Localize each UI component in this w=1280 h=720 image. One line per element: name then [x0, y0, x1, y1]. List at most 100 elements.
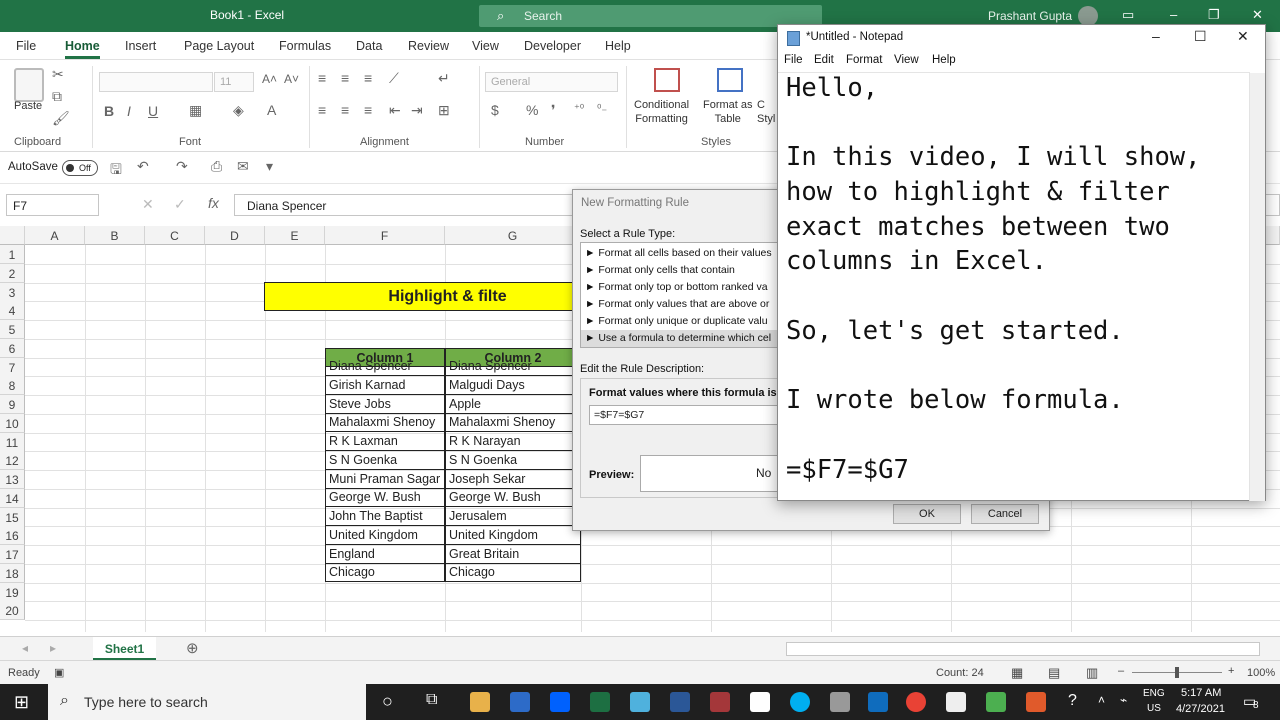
conditional-formatting-button[interactable]: Conditional Formatting — [634, 98, 689, 126]
table-cell-col2[interactable]: Great Britain — [445, 544, 581, 564]
table-cell-col1[interactable]: England — [325, 544, 445, 564]
notepad-taskbar-icon[interactable] — [630, 692, 650, 712]
print-preview-icon[interactable]: ⎙ — [211, 158, 222, 175]
table-cell-col1[interactable]: S N Goenka — [325, 450, 445, 470]
column-header[interactable]: A — [25, 226, 85, 245]
tab-insert[interactable]: Insert — [125, 39, 156, 53]
table-cell-col1[interactable]: Muni Praman Sagar — [325, 469, 445, 489]
table-cell-col1[interactable]: Chicago — [325, 563, 445, 583]
table-cell-col1[interactable]: Diana Spencer — [325, 357, 445, 376]
taskbar-search[interactable]: ⌕ Type here to search — [48, 684, 366, 720]
name-box[interactable]: F7 — [6, 194, 99, 216]
tray-chevron-icon[interactable]: ˄ — [1098, 693, 1105, 707]
conditional-formatting-icon[interactable] — [654, 68, 680, 92]
wrap-text-icon[interactable]: ↵ — [438, 70, 450, 87]
task-view-icon[interactable]: ⧉ — [426, 691, 437, 709]
dropbox-icon[interactable] — [550, 692, 570, 712]
skype-icon[interactable] — [790, 692, 810, 712]
borders-icon[interactable]: ▦ — [189, 102, 202, 119]
clock-time[interactable]: 5:17 AM — [1181, 687, 1221, 699]
column-header[interactable]: F — [325, 226, 445, 245]
tab-view[interactable]: View — [472, 39, 499, 53]
outlook-icon[interactable] — [868, 692, 888, 712]
row-header[interactable]: 3 — [0, 282, 25, 302]
decrease-indent-icon[interactable]: ⇤ — [389, 102, 401, 119]
merge-center-icon[interactable]: ⊞ — [438, 102, 450, 119]
table-cell-col2[interactable]: Joseph Sekar — [445, 469, 581, 489]
underline-icon[interactable]: U — [148, 103, 158, 119]
row-header[interactable]: 4 — [0, 301, 25, 321]
format-painter-icon[interactable]: 🖌 — [52, 110, 70, 127]
app-icon[interactable] — [946, 692, 966, 712]
font-name-dropdown[interactable] — [99, 72, 213, 92]
app-icon[interactable] — [1026, 692, 1046, 712]
notepad-menu-format[interactable]: Format — [846, 54, 882, 66]
format-as-table-button[interactable]: Format as Table — [703, 98, 753, 126]
increase-indent-icon[interactable]: ⇥ — [411, 102, 423, 119]
app-icon[interactable] — [830, 692, 850, 712]
currency-icon[interactable]: $ — [491, 102, 499, 118]
align-center-icon[interactable]: ≡ — [341, 102, 349, 118]
row-header[interactable]: 9 — [0, 395, 25, 414]
decrease-decimal-icon[interactable]: ⁰₋ — [597, 102, 607, 115]
fill-color-icon[interactable]: ◈ — [233, 102, 244, 119]
row-header[interactable]: 5 — [0, 320, 25, 339]
clock-date[interactable]: 4/27/2021 — [1176, 703, 1225, 715]
page-layout-icon[interactable]: ▤ — [1048, 665, 1060, 681]
increase-decimal-icon[interactable]: ⁺⁰ — [574, 102, 584, 115]
cell-styles-button[interactable]: C Styl — [757, 98, 775, 126]
table-cell-col2[interactable]: R K Narayan — [445, 432, 581, 451]
table-cell-col2[interactable]: Jerusalem — [445, 507, 581, 526]
access-icon[interactable] — [710, 692, 730, 712]
format-as-table-icon[interactable] — [717, 68, 743, 92]
next-sheet-icon[interactable]: ▸ — [50, 641, 56, 655]
zoom-level[interactable]: 100% — [1247, 667, 1275, 679]
camtasia-icon[interactable] — [986, 692, 1006, 712]
tab-home[interactable]: Home — [65, 39, 100, 59]
table-cell-col2[interactable]: Apple — [445, 394, 581, 414]
language-ime[interactable]: ENG — [1143, 688, 1165, 699]
row-header[interactable]: 11 — [0, 432, 25, 452]
font-color-icon[interactable]: A — [267, 102, 276, 118]
tab-help[interactable]: Help — [605, 39, 631, 53]
notepad-scrollbar[interactable] — [1249, 73, 1265, 501]
restore-icon[interactable]: ❐ — [1208, 7, 1220, 23]
italic-icon[interactable]: I — [127, 103, 131, 119]
maximize-icon[interactable]: ☐ — [1194, 28, 1207, 45]
column-header[interactable]: G — [445, 226, 581, 245]
normal-view-icon[interactable]: ▦ — [1011, 665, 1023, 681]
table-cell-col1[interactable]: Steve Jobs — [325, 394, 445, 414]
grow-font-icon[interactable]: A˄ — [262, 72, 277, 86]
copy-icon[interactable]: ⧉ — [52, 88, 62, 105]
close-icon[interactable]: ✕ — [1252, 7, 1263, 23]
row-header[interactable]: 1 — [0, 245, 25, 264]
tab-file[interactable]: File — [16, 39, 36, 53]
avatar[interactable] — [1078, 6, 1098, 26]
help-icon[interactable]: ? — [1068, 692, 1077, 710]
notepad-menu-file[interactable]: File — [784, 54, 803, 66]
store-icon[interactable] — [510, 692, 530, 712]
autosave-toggle[interactable]: Off — [62, 160, 98, 176]
tab-formulas[interactable]: Formulas — [279, 39, 331, 53]
select-all-corner[interactable] — [0, 226, 25, 245]
row-header[interactable]: 7 — [0, 357, 25, 377]
number-format-dropdown[interactable]: General — [485, 72, 618, 92]
column-header[interactable]: B — [85, 226, 145, 245]
add-sheet-icon[interactable]: ⊕ — [186, 639, 199, 657]
table-cell-col2[interactable]: George W. Bush — [445, 488, 581, 508]
redo-icon[interactable]: ↷ — [176, 158, 188, 175]
accessibility-icon[interactable]: ▣ — [54, 666, 64, 679]
bold-icon[interactable]: B — [104, 103, 114, 119]
table-cell-col1[interactable]: R K Laxman — [325, 432, 445, 451]
font-size-dropdown[interactable]: 11 — [214, 72, 254, 92]
word-icon[interactable] — [670, 692, 690, 712]
column-header[interactable]: D — [205, 226, 265, 245]
insert-function-icon[interactable]: fx — [208, 195, 219, 211]
search-box[interactable]: ⌕ Search — [479, 5, 822, 27]
column-header[interactable]: C — [145, 226, 205, 245]
ok-button[interactable]: OK — [893, 504, 961, 524]
tab-developer[interactable]: Developer — [524, 39, 581, 53]
chrome-icon[interactable] — [906, 692, 926, 712]
tab-data[interactable]: Data — [356, 39, 382, 53]
notepad-menu-view[interactable]: View — [894, 54, 919, 66]
